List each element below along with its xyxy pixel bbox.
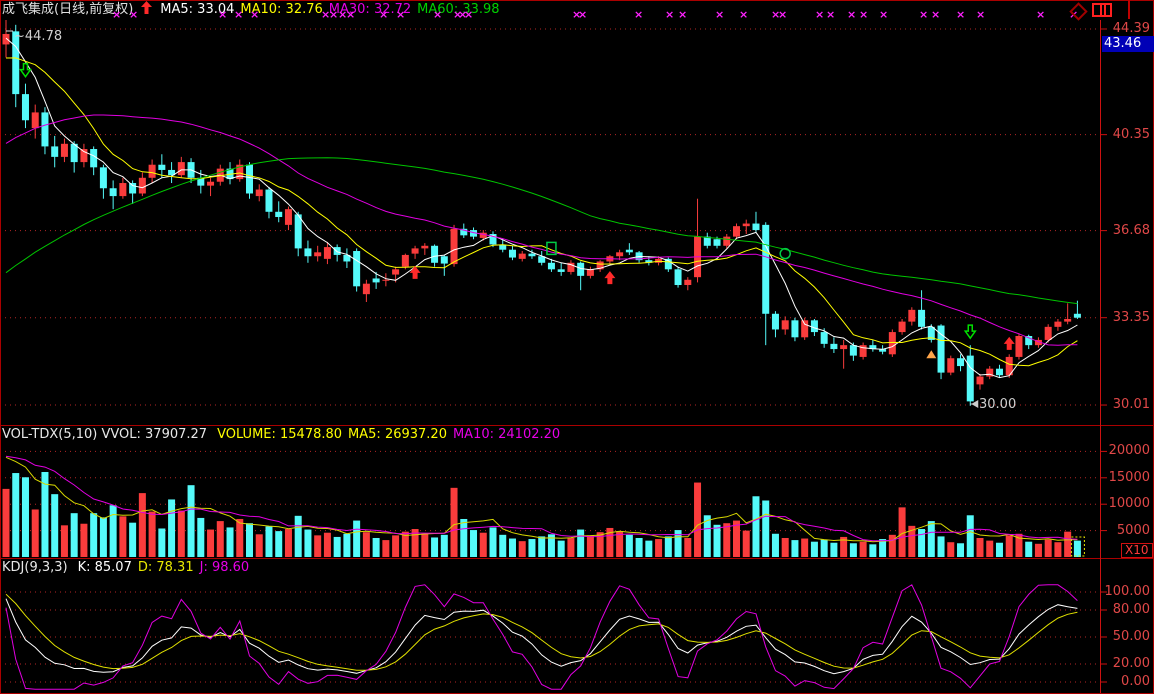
up-arrow-icon [141,1,152,20]
axis-tick-label: 30.01 [1102,397,1150,412]
event-x-mark: × [826,8,835,21]
event-x-mark: × [919,8,928,21]
event-x-mark: × [739,8,748,21]
kdj-layer [6,585,1077,689]
axis-tick-label: 0.00 [1102,674,1150,689]
axis-tick-label: 20000 [1102,443,1150,458]
stock-chart-app: 成飞集成(日线,前复权) MA5: 33.04MA10: 32.76MA30: … [0,0,1154,694]
chart-canvas[interactable] [0,0,1154,694]
event-x-mark: × [847,8,856,21]
event-x-mark: × [634,8,643,21]
event-x-mark: × [665,8,674,21]
sell-arrow-marker [965,325,975,338]
volume-unit-badge: X10 [1121,543,1153,558]
event-x-mark: × [976,8,985,21]
axis-tick-label: 5000 [1102,523,1150,538]
event-x-mark: × [1036,8,1045,21]
event-x-mark: × [396,8,405,21]
axis-tick-label: 10000 [1102,496,1150,511]
event-x-mark: × [578,8,587,21]
buy-arrow-marker [1004,337,1015,350]
axis-tick-label: 80.00 [1102,602,1150,617]
buy-arrow-marker [604,271,615,284]
event-x-mark: × [234,8,243,21]
axis-tick-label: 44.39 [1102,21,1150,36]
axis-tick-label: 33.35 [1102,310,1150,325]
volume-value-label: VOLUME: 15478.80 [217,427,342,442]
event-x-mark: × [815,8,824,21]
event-x-mark: × [379,8,388,21]
candlestick-layer [3,19,1081,408]
volume-header: VOL-TDX(5,10) VVOL: 37907.27 VOLUME: 154… [2,427,566,443]
kdj-value-label: D: 78.31 [138,560,194,575]
event-x-mark: × [329,8,338,21]
sell-arrow-marker [20,64,30,77]
event-x-mark: × [218,8,227,21]
kdj-readouts: K: 85.07 D: 78.31 J: 98.60 [78,559,256,577]
event-x-mark: × [346,8,355,21]
low-annotation: 30.00 [979,397,1016,412]
volume-value-label: MA10: 24102.20 [453,427,560,442]
kdj-indicator-label: KDJ(9,3,3) [2,559,68,577]
event-x-mark: × [250,8,259,21]
volume-indicator-label: VOL-TDX(5,10) VVOL: 37907.27 [2,426,207,444]
pane-borders [0,1,1154,694]
axis-tick-label: 40.35 [1102,127,1150,142]
kdj-value-label: J: 98.60 [200,560,250,575]
signal-triangle-marker [926,350,936,358]
axis-tick-label: 50.00 [1102,629,1150,644]
event-x-mark: × [715,8,724,21]
volume-value-label: MA5: 26937.20 [348,427,447,442]
event-x-mark: × [464,8,473,21]
signal-circle-marker [780,249,790,259]
buy-arrow-marker [410,266,421,279]
price-level-badge: 43.46 [1102,36,1154,52]
volume-readouts: VOLUME: 15478.80 MA5: 26937.20 MA10: 24102… [217,426,566,444]
event-x-mark: × [433,8,442,21]
axis-tick-label: 100.00 [1102,584,1150,599]
restore-window-icon[interactable] [1092,3,1113,22]
event-x-mark: × [778,8,787,21]
event-x-mark: × [931,8,940,21]
axis-tick-label: 20.00 [1102,656,1150,671]
axis-tick-label: 36.68 [1102,223,1150,238]
kdj-value-label: K: 85.07 [78,560,132,575]
chrome-divider [1128,0,1130,19]
event-x-mark: × [129,8,138,21]
event-x-mark: × [879,8,888,21]
event-x-mark: × [956,8,965,21]
event-x-mark: × [678,8,687,21]
axis-tick-label: 15000 [1102,470,1150,485]
volume-layer [3,456,1085,557]
event-x-mark: × [859,8,868,21]
event-x-mark: × [112,8,121,21]
high-annotation: ~44.78 [14,29,62,44]
kdj-header: KDJ(9,3,3) K: 85.07 D: 78.31 J: 98.60 [2,560,255,576]
